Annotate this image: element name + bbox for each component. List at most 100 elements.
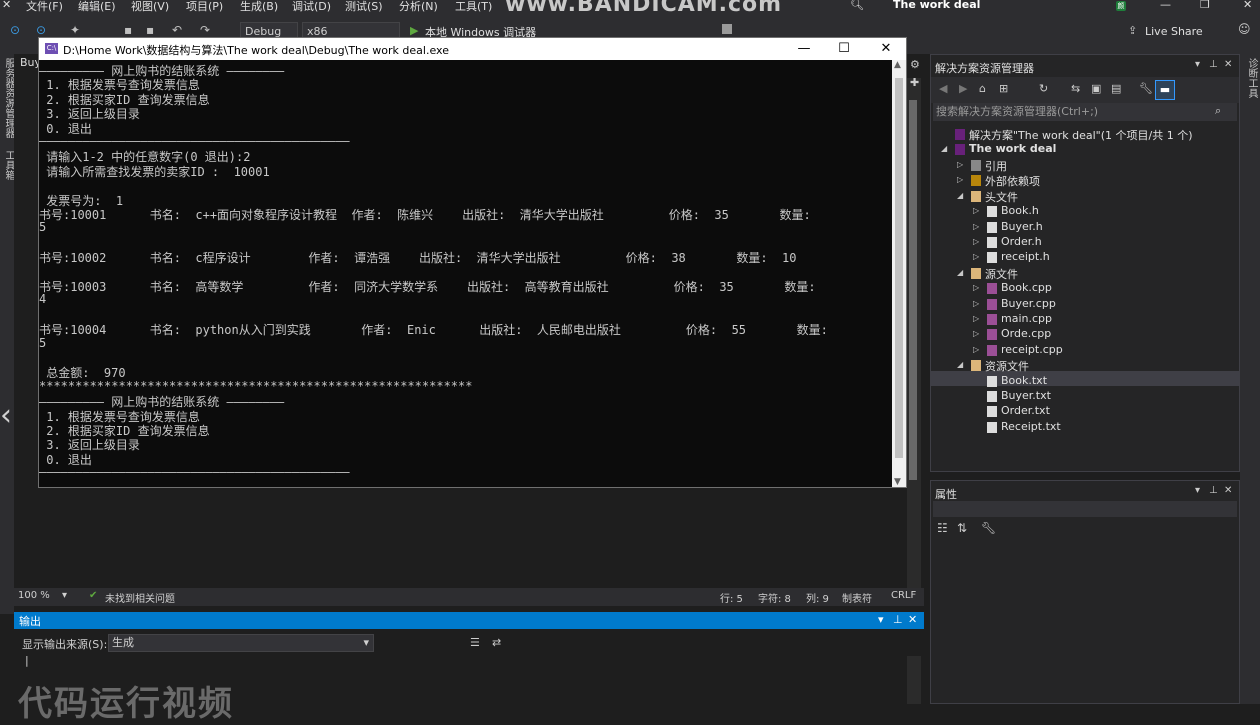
tree-item[interactable]: Order.txt: [1001, 404, 1050, 417]
console-window[interactable]: C:\ D:\Home Work\数据结构与算法\The work deal\D…: [38, 37, 907, 488]
user-avatar-icon[interactable]: 颜: [1116, 1, 1126, 11]
menu-test[interactable]: 测试(S): [345, 0, 383, 14]
console-titlebar[interactable]: C:\ D:\Home Work\数据结构与算法\The work deal\D…: [39, 38, 906, 60]
output-source-select[interactable]: 生成 ▾: [108, 634, 374, 652]
tree-item[interactable]: Buyer.h: [1001, 220, 1043, 233]
output-scrollbar[interactable]: [907, 656, 921, 704]
live-share-button[interactable]: Live Share: [1145, 25, 1203, 38]
menu-project[interactable]: 项目(P): [186, 0, 223, 14]
save-all-icon[interactable]: ▪: [146, 23, 154, 37]
tree-item[interactable]: main.cpp: [1001, 312, 1052, 325]
menu-tools[interactable]: 工具(T): [455, 0, 492, 14]
line-ending[interactable]: CRLF: [891, 590, 916, 601]
stop-icon[interactable]: [722, 24, 732, 34]
clear-all-icon[interactable]: ☰: [470, 636, 480, 649]
tree-item[interactable]: 引用: [985, 158, 1007, 174]
console-close-button[interactable]: ✕: [866, 39, 906, 59]
property-pages-icon[interactable]: 🔧︎: [981, 521, 996, 535]
previous-arrow-icon[interactable]: ‹: [0, 398, 12, 433]
collapse-icon[interactable]: ◢: [957, 360, 963, 369]
issues-status[interactable]: 未找到相关问题: [105, 590, 175, 605]
live-share-icon[interactable]: ⇪: [1128, 24, 1137, 37]
alphabetical-icon[interactable]: ⇅: [957, 521, 967, 535]
zoom-level[interactable]: 100 %: [18, 590, 50, 601]
sync-icon[interactable]: ⇆: [1071, 82, 1080, 95]
vs-logo-icon[interactable]: ✕: [2, 0, 11, 11]
console-minimize-button[interactable]: —: [784, 39, 824, 59]
forward-icon[interactable]: ▶: [959, 82, 967, 95]
tree-item[interactable]: 资源文件: [985, 358, 1029, 374]
collapse-icon[interactable]: ◢: [941, 144, 947, 153]
home-icon[interactable]: ⌂: [979, 82, 986, 95]
categorized-icon[interactable]: ☷: [937, 521, 948, 535]
menu-build[interactable]: 生成(B): [240, 0, 278, 14]
collapse-icon[interactable]: ◢: [957, 268, 963, 277]
editor-scroll-thumb[interactable]: [909, 100, 917, 480]
pin-icon[interactable]: ⊥: [1209, 485, 1218, 496]
expand-icon[interactable]: ▷: [957, 175, 963, 184]
tree-item[interactable]: receipt.h: [1001, 250, 1050, 263]
expand-icon[interactable]: ▷: [973, 314, 979, 323]
tree-item[interactable]: Receipt.txt: [1001, 420, 1061, 433]
split-icon[interactable]: ✚: [910, 76, 919, 89]
tree-item[interactable]: receipt.cpp: [1001, 343, 1063, 356]
expand-icon[interactable]: ▷: [957, 160, 963, 169]
panel-menu-icon[interactable]: ▾: [1195, 485, 1200, 496]
forward-icon[interactable]: ⊙: [36, 23, 46, 37]
solution-search-input[interactable]: 搜索解决方案资源管理器(Ctrl+;): [933, 103, 1237, 121]
run-icon[interactable]: ▶: [410, 24, 418, 37]
history-icon[interactable]: ↻: [1039, 82, 1048, 95]
indent-mode[interactable]: 制表符: [842, 590, 872, 605]
show-all-icon[interactable]: ▤: [1111, 82, 1121, 95]
solution-node[interactable]: 解决方案"The work deal"(1 个项目/共 1 个): [969, 127, 1193, 143]
back-icon[interactable]: ⊙: [10, 23, 20, 37]
feedback-icon[interactable]: ☺: [1238, 22, 1251, 36]
panel-menu-icon[interactable]: ▾: [1195, 59, 1200, 70]
menu-file[interactable]: 文件(F): [26, 0, 63, 14]
panel-menu-icon[interactable]: ▾: [878, 613, 884, 626]
preview-icon[interactable]: ▬: [1155, 80, 1175, 100]
undo-icon[interactable]: ↶: [172, 23, 182, 37]
console-scrollbar[interactable]: ▲ ▼: [892, 60, 906, 487]
diagnostic-tools-tab[interactable]: 诊断工具: [1244, 58, 1259, 98]
properties-object-select[interactable]: [933, 501, 1237, 517]
project-node[interactable]: The work deal: [969, 142, 1056, 155]
switch-views-icon[interactable]: ⊞: [999, 82, 1008, 95]
collapse-icon[interactable]: ▣: [1091, 82, 1101, 95]
tree-item[interactable]: Buyer.cpp: [1001, 297, 1056, 310]
expand-icon[interactable]: ▷: [973, 299, 979, 308]
redo-icon[interactable]: ↷: [200, 23, 210, 37]
expand-icon[interactable]: ▷: [973, 329, 979, 338]
menu-analyze[interactable]: 分析(N): [399, 0, 438, 14]
pin-icon[interactable]: ⊥: [893, 613, 903, 626]
gear-icon[interactable]: ⚙: [910, 58, 920, 71]
word-wrap-icon[interactable]: ⇄: [492, 636, 501, 649]
scroll-down-icon[interactable]: ▼: [894, 477, 901, 487]
menu-debug[interactable]: 调试(D): [292, 0, 331, 14]
expand-icon[interactable]: ▷: [973, 222, 979, 231]
restore-icon[interactable]: ❐: [1200, 0, 1210, 11]
expand-icon[interactable]: ▷: [973, 252, 979, 261]
tree-item[interactable]: Buyer.txt: [1001, 389, 1051, 402]
console-scroll-thumb[interactable]: [895, 78, 903, 458]
back-icon[interactable]: ◀: [939, 82, 947, 95]
panel-close-icon[interactable]: ✕: [1224, 485, 1232, 496]
save-icon[interactable]: ▪: [124, 23, 132, 37]
search-icon[interactable]: ⌕: [1215, 104, 1221, 118]
tree-item[interactable]: Order.h: [1001, 235, 1042, 248]
panel-close-icon[interactable]: ✕: [1224, 59, 1232, 70]
close-icon[interactable]: ✕: [1243, 0, 1252, 11]
tree-item[interactable]: Book.cpp: [1001, 281, 1052, 294]
panel-close-icon[interactable]: ✕: [908, 613, 917, 626]
menu-view[interactable]: 视图(V): [131, 0, 169, 14]
tree-item[interactable]: 头文件: [985, 189, 1018, 205]
tree-item[interactable]: Orde.cpp: [1001, 327, 1051, 340]
console-maximize-button[interactable]: ☐: [824, 39, 864, 59]
tree-item[interactable]: 源文件: [985, 266, 1018, 282]
console-output[interactable]: ————————— 网上购书的结账系统 ———————— 1. 根据发票号查询发…: [39, 60, 892, 487]
minimize-icon[interactable]: —: [1160, 0, 1171, 11]
pin-icon[interactable]: ⊥: [1209, 59, 1218, 70]
expand-icon[interactable]: ▷: [973, 237, 979, 246]
tree-item[interactable]: Book.h: [1001, 204, 1039, 217]
zoom-dropdown-icon[interactable]: ▾: [62, 590, 67, 601]
